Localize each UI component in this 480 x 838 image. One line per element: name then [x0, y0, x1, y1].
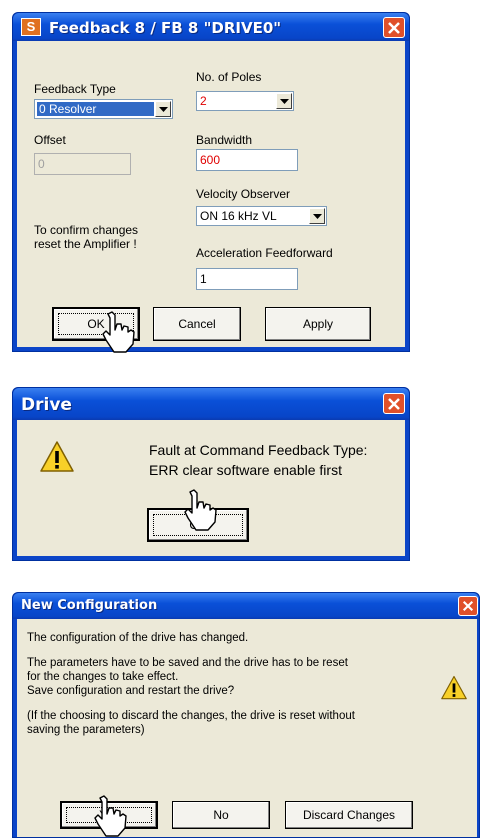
- drive-dialog: Drive Fault at Command Feedback Type: ER…: [12, 387, 410, 561]
- chevron-down-icon: [313, 214, 322, 219]
- close-icon: [388, 398, 400, 410]
- newconfig-titlebar[interactable]: New Configuration: [13, 593, 479, 619]
- chevron-down-icon: [159, 107, 168, 112]
- feedback-type-select[interactable]: 0 Resolver: [34, 99, 173, 119]
- dropdown-button[interactable]: [276, 93, 292, 109]
- app-icon: S: [21, 18, 41, 36]
- ok-label: OK: [87, 317, 105, 331]
- ok-button[interactable]: OK: [147, 508, 249, 542]
- discard-changes-button[interactable]: Discard Changes: [285, 801, 413, 829]
- ok-label: OK: [189, 518, 207, 532]
- cancel-label: Cancel: [178, 317, 216, 331]
- dropdown-button[interactable]: [155, 101, 171, 117]
- newconfig-client: The configuration of the drive has chang…: [17, 619, 477, 837]
- feedback-titlebar[interactable]: S Feedback 8 / FB 8 "DRIVE0": [13, 13, 409, 41]
- confirm-line-2: reset the Amplifier !: [34, 237, 137, 251]
- accel-value: 1: [200, 272, 207, 286]
- close-icon: [388, 22, 400, 34]
- newconfig-line-4: Save configuration and restart the drive…: [27, 685, 235, 697]
- newconfig-line-5: (If the choosing to discard the changes,…: [27, 710, 355, 722]
- no-label: No: [213, 808, 229, 822]
- bandwidth-label: Bandwidth: [196, 133, 253, 147]
- poles-select[interactable]: 2: [196, 91, 294, 111]
- newconfig-line-6: saving the parameters): [27, 724, 145, 736]
- close-button[interactable]: [383, 17, 405, 38]
- poles-label: No. of Poles: [196, 70, 262, 84]
- yes-button[interactable]: Yes: [60, 801, 158, 829]
- close-button[interactable]: [383, 393, 405, 414]
- feedback-type-label: Feedback Type: [34, 82, 116, 96]
- close-icon: [462, 600, 474, 612]
- cancel-button[interactable]: Cancel: [153, 307, 241, 341]
- drive-client: Fault at Command Feedback Type: ERR clea…: [17, 420, 405, 556]
- bandwidth-value: 600: [200, 153, 221, 167]
- feedback-dialog: S Feedback 8 / FB 8 "DRIVE0" Feedback Ty…: [12, 12, 410, 352]
- apply-label: Apply: [302, 317, 334, 331]
- accel-field[interactable]: 1: [196, 268, 298, 290]
- newconfig-line-2: The parameters have to be saved and the …: [27, 657, 348, 669]
- warning-icon: [40, 441, 74, 472]
- offset-field: 0: [34, 153, 131, 175]
- dropdown-button[interactable]: [309, 208, 325, 224]
- chevron-down-icon: [280, 99, 289, 104]
- warning-icon: [441, 675, 467, 700]
- velocity-value: ON 16 kHz VL: [200, 209, 277, 223]
- feedback-client: Feedback Type 0 Resolver Offset 0 To con…: [17, 41, 405, 347]
- discard-label: Discard Changes: [302, 808, 396, 822]
- bandwidth-field[interactable]: 600: [196, 149, 298, 171]
- yes-label: Yes: [99, 808, 119, 822]
- accel-label: Acceleration Feedforward: [196, 246, 333, 260]
- newconfig-line-3: for the changes to take effect.: [27, 671, 179, 683]
- drive-title: Drive: [21, 395, 72, 415]
- poles-value: 2: [200, 94, 207, 108]
- drive-message-line-1: Fault at Command Feedback Type:: [149, 442, 368, 458]
- feedback-type-value: 0 Resolver: [37, 102, 154, 116]
- drive-titlebar[interactable]: Drive: [13, 388, 409, 420]
- apply-button[interactable]: Apply: [265, 307, 371, 341]
- velocity-label: Velocity Observer: [196, 187, 291, 201]
- confirm-line-1: To confirm changes: [34, 223, 139, 237]
- newconfig-line-1: The configuration of the drive has chang…: [27, 632, 249, 644]
- velocity-select[interactable]: ON 16 kHz VL: [196, 206, 327, 226]
- close-button[interactable]: [458, 596, 478, 616]
- new-configuration-dialog: New Configuration The configuration of t…: [12, 592, 480, 838]
- no-button[interactable]: No: [172, 801, 270, 829]
- offset-value: 0: [38, 157, 45, 171]
- newconfig-title: New Configuration: [21, 598, 158, 613]
- feedback-title: Feedback 8 / FB 8 "DRIVE0": [49, 19, 282, 37]
- drive-message-line-2: ERR clear software enable first: [149, 462, 342, 478]
- ok-button[interactable]: OK: [52, 307, 140, 341]
- offset-label: Offset: [34, 133, 66, 147]
